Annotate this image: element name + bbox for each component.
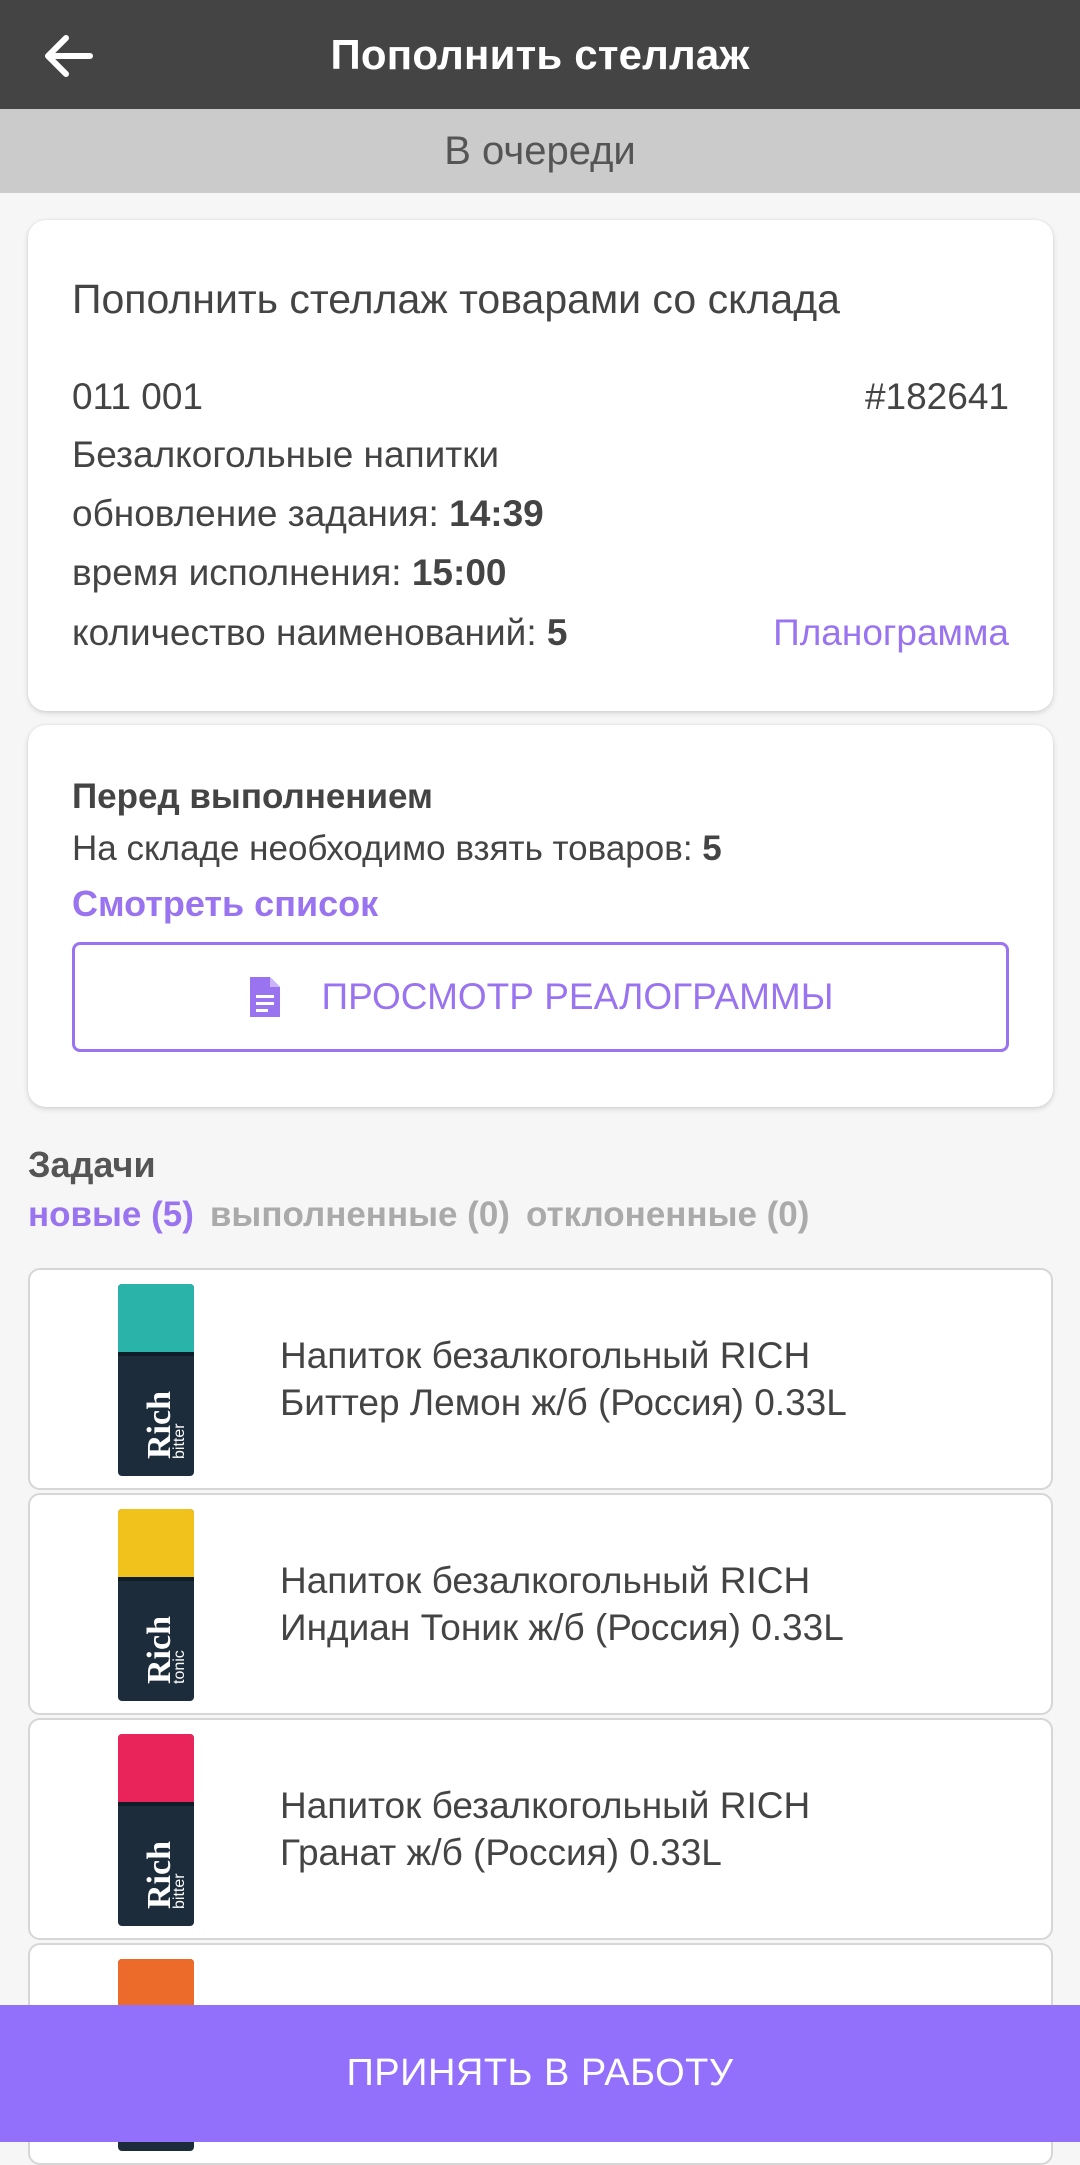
view-realogram-label: ПРОСМОТР РЕАЛОГРАММЫ bbox=[321, 976, 834, 1017]
product-name: Напиток безалкогольный RICH Гранат ж/б (… bbox=[280, 1785, 811, 1873]
tab-new[interactable]: новые (5) bbox=[28, 1195, 194, 1235]
item-count: 5 bbox=[546, 612, 568, 653]
page-title: Пополнить стеллаж bbox=[330, 30, 750, 78]
document-icon bbox=[249, 977, 280, 1017]
product-image: Rich bitter bbox=[118, 1734, 194, 1926]
due-label: время исполнения: bbox=[72, 552, 412, 593]
item-count-row: количество наименований: 5 bbox=[72, 612, 567, 654]
product-name: Напиток безалкогольный RICH Индиан Тоник… bbox=[280, 1560, 844, 1648]
accept-task-button[interactable]: ПРИНЯТЬ В РАБОТУ bbox=[0, 2005, 1080, 2142]
product-name: Напиток безалкогольный RICH Биттер Лемон… bbox=[280, 1335, 847, 1423]
product-image: Rich tonic bbox=[118, 1509, 194, 1701]
view-realogram-button[interactable]: ПРОСМОТР РЕАЛОГРАММЫ bbox=[72, 942, 1009, 1052]
planogram-link[interactable]: Планограмма bbox=[773, 612, 1009, 654]
warehouse-items-label: На складе необходимо взять товаров: bbox=[72, 829, 703, 868]
due-time-row: время исполнения: 15:00 bbox=[72, 552, 506, 594]
app-bar: Пополнить стеллаж bbox=[0, 0, 1080, 109]
tab-done[interactable]: выполненные (0) bbox=[210, 1195, 510, 1235]
product-image: Rich bitter bbox=[118, 1284, 194, 1476]
warehouse-items-text: На складе необходимо взять товаров: 5 bbox=[72, 829, 722, 869]
can-flavor: bitter bbox=[171, 1423, 188, 1459]
before-heading: Перед выполнением bbox=[72, 777, 433, 816]
arrow-left-icon bbox=[45, 35, 93, 77]
back-button[interactable] bbox=[40, 28, 96, 84]
status-banner: В очереди bbox=[0, 109, 1080, 193]
can-flavor: tonic bbox=[171, 1650, 188, 1684]
update-time: 14:39 bbox=[449, 493, 544, 534]
view-list-link[interactable]: Смотреть список bbox=[72, 883, 378, 925]
tab-rejected[interactable]: отклоненные (0) bbox=[526, 1195, 810, 1235]
count-label: количество наименований: bbox=[72, 612, 547, 653]
update-time-row: обновление задания: 14:39 bbox=[72, 493, 544, 535]
update-label: обновление задания: bbox=[72, 493, 450, 534]
can-flavor: bitter bbox=[171, 1873, 188, 1909]
list-item[interactable]: Rich tonic Напиток безалкогольный RICH И… bbox=[28, 1493, 1053, 1715]
rack-number: 011 001 bbox=[72, 376, 203, 417]
warehouse-items-count: 5 bbox=[702, 829, 722, 868]
list-item[interactable]: Rich bitter Напиток безалкогольный RICH … bbox=[28, 1268, 1053, 1490]
category: Безалкогольные напитки bbox=[72, 434, 500, 475]
task-number: #182641 bbox=[864, 376, 1009, 417]
task-title: Пополнить стеллаж товарами со склада bbox=[72, 276, 840, 322]
task-details-card: Пополнить стеллаж товарами со склада 011… bbox=[28, 220, 1053, 711]
before-execution-card: Перед выполнением На складе необходимо в… bbox=[28, 725, 1053, 1107]
tasks-heading: Задачи bbox=[28, 1144, 156, 1185]
list-item[interactable]: Rich bitter Напиток безалкогольный RICH … bbox=[28, 1718, 1053, 1940]
task-tabs: новые (5) выполненные (0) отклоненные (0… bbox=[28, 1195, 809, 1235]
due-time: 15:00 bbox=[411, 552, 507, 593]
